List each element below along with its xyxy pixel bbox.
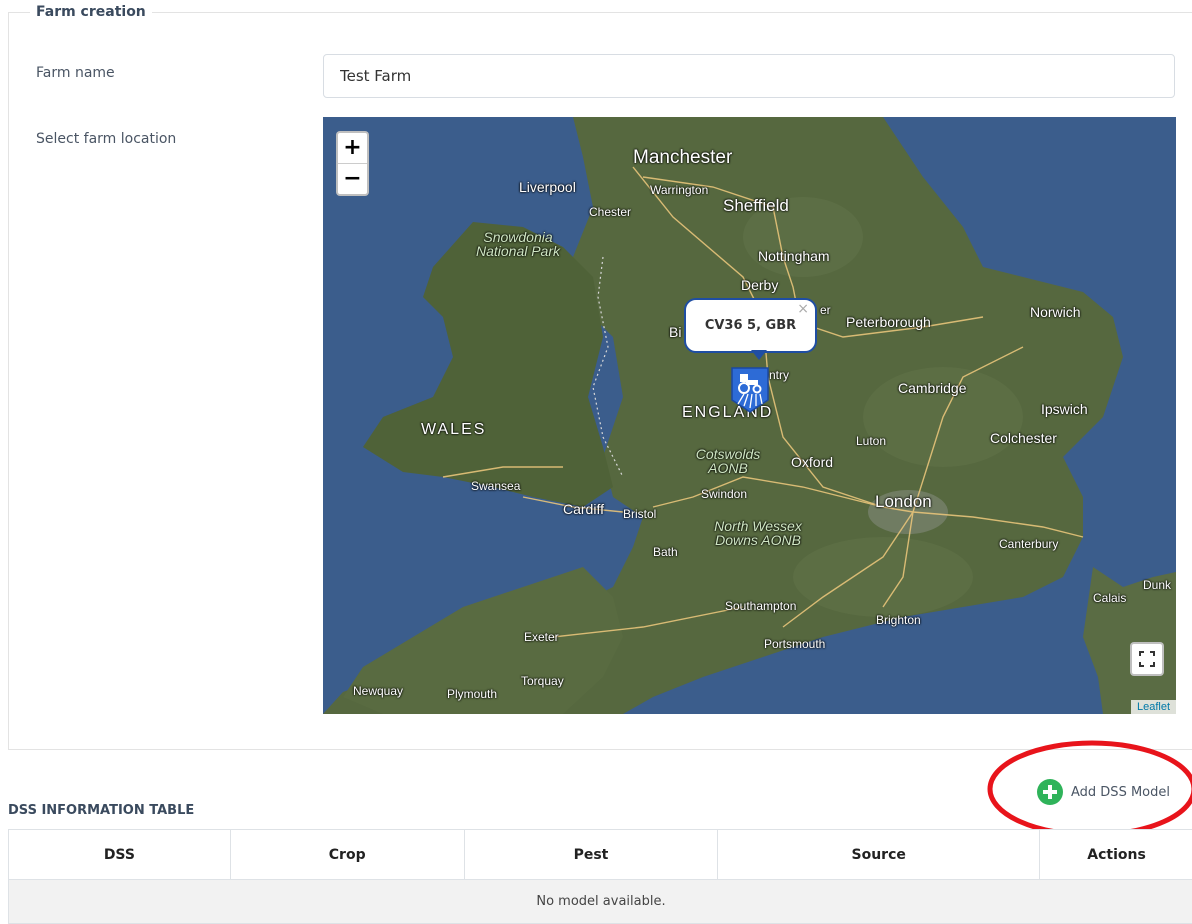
column-header-source[interactable]: Source [718, 830, 1040, 880]
farm-name-input[interactable] [323, 54, 1175, 98]
map-label-norwich: Norwich [1030, 304, 1081, 320]
popup-text: CV36 5, GBR [705, 318, 796, 333]
add-circle-icon [1037, 779, 1063, 805]
map-label-chester: Chester [589, 205, 631, 219]
map-label-brighton: Brighton [876, 613, 921, 627]
map-label-cardiff: Cardiff [563, 501, 604, 517]
fieldset-legend: Farm creation [30, 4, 152, 20]
map-label-sheffield: Sheffield [723, 196, 789, 216]
zoom-out-button[interactable]: − [338, 163, 367, 194]
map-label-peterborough: Peterborough [846, 314, 931, 330]
map-label-swansea: Swansea [471, 479, 520, 493]
map-label-torquay: Torquay [521, 674, 564, 688]
map-label-bath: Bath [653, 545, 678, 559]
column-header-dss[interactable]: DSS [9, 830, 231, 880]
map-label-london: London [875, 492, 932, 512]
map-label-plymouth: Plymouth [447, 687, 497, 701]
map-label-colchester: Colchester [990, 430, 1057, 446]
map-label-oxford: Oxford [791, 454, 833, 470]
map-label-cambridge: Cambridge [898, 380, 966, 396]
column-header-crop[interactable]: Crop [230, 830, 464, 880]
farm-location-label: Select farm location [36, 131, 176, 147]
farm-name-label: Farm name [36, 65, 115, 81]
map-label-warrington: Warrington [650, 183, 708, 197]
fullscreen-icon [1132, 644, 1162, 674]
map-label-calais: Calais [1093, 591, 1126, 605]
map-label-southampton: Southampton [725, 599, 796, 613]
map-label-exeter: Exeter [524, 630, 559, 644]
map-label-snowdonia: Snowdonia National Park [463, 230, 573, 258]
map-label-bi: Bi [669, 324, 681, 340]
map-label-cotswolds: Cotswolds AONB [683, 447, 773, 475]
map-label-ipswich: Ipswich [1041, 401, 1088, 417]
popup-close-button[interactable]: × [797, 301, 809, 317]
map-label-portsmouth: Portsmouth [764, 637, 825, 651]
dss-table-title: DSS INFORMATION TABLE [8, 803, 194, 818]
map-label-wales: WALES [421, 421, 486, 439]
map-label-nottingham: Nottingham [758, 248, 830, 264]
map-label-ntry: ntry [769, 368, 789, 382]
zoom-in-button[interactable]: + [338, 133, 367, 163]
map-label-manchester: Manchester [633, 147, 732, 169]
zoom-control: + − [336, 131, 369, 196]
location-popup: CV36 5, GBR × [684, 298, 817, 353]
column-header-pest[interactable]: Pest [464, 830, 718, 880]
map-label-luton: Luton [856, 434, 886, 448]
map-label-derby: Derby [741, 277, 778, 293]
map-label-bristol: Bristol [623, 507, 656, 521]
map-label-liverpool: Liverpool [519, 179, 576, 195]
fullscreen-button[interactable] [1130, 642, 1164, 676]
popup-tip [751, 350, 767, 360]
map-label-north-wessex: North Wessex Downs AONB [708, 519, 808, 547]
add-dss-model-button[interactable]: Add DSS Model [1037, 778, 1170, 806]
map-label-newquay: Newquay [353, 684, 403, 698]
map-label-swindon: Swindon [701, 487, 747, 501]
add-dss-model-label: Add DSS Model [1071, 785, 1170, 800]
dss-information-table: DSS Crop Pest Source Actions No model av… [8, 829, 1192, 924]
leaflet-attribution[interactable]: Leaflet [1131, 700, 1176, 714]
farm-location-map[interactable]: Manchester Liverpool Warrington Chester … [323, 117, 1176, 714]
column-header-actions: Actions [1040, 830, 1192, 880]
map-label-canterbury: Canterbury [999, 537, 1058, 551]
map-label-dunkirk: Dunk [1143, 578, 1171, 592]
tractor-icon[interactable] [730, 366, 770, 414]
map-label-er: er [820, 303, 831, 317]
